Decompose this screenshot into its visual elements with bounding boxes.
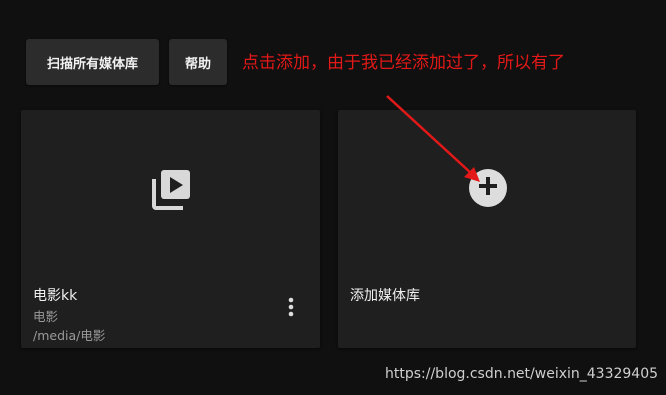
add-library-button[interactable] <box>469 169 507 207</box>
annotation-text: 点击添加，由于我已经添加过了，所以有了 <box>242 53 565 73</box>
scan-all-libraries-button[interactable]: 扫描所有媒体库 <box>26 39 159 85</box>
library-name: 电影kk <box>33 288 78 304</box>
library-type: 电影 <box>33 309 59 324</box>
library-card-movie[interactable]: 电影kk 电影 /media/电影 <box>21 110 320 348</box>
add-library-card[interactable]: 添加媒体库 <box>338 110 636 348</box>
help-button[interactable]: 帮助 <box>169 39 227 85</box>
plus-icon <box>477 175 499 201</box>
more-vert-icon[interactable] <box>281 295 301 319</box>
library-path: /media/电影 <box>33 328 106 343</box>
add-library-label: 添加媒体库 <box>350 288 420 304</box>
watermark-text: https://blog.csdn.net/weixin_43329405 <box>385 366 659 382</box>
video-library-icon <box>152 170 190 214</box>
